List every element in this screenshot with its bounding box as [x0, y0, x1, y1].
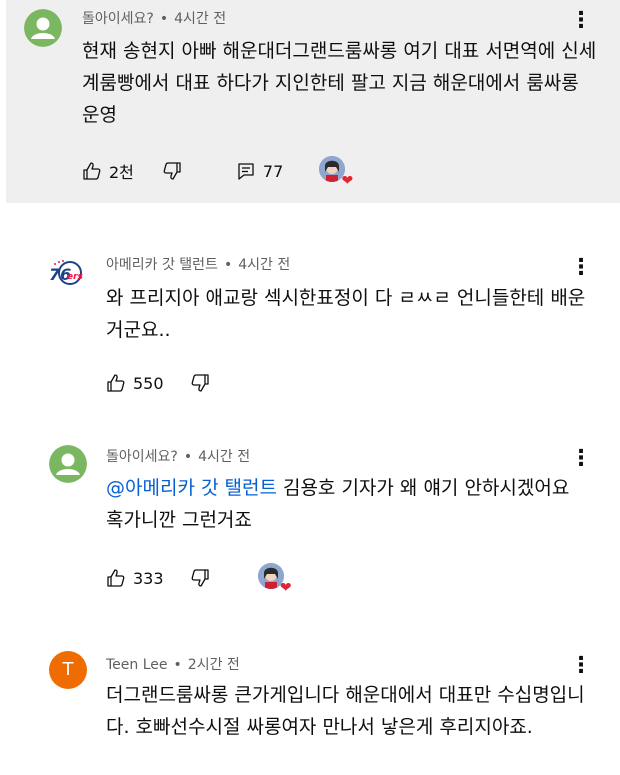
thumbs-up-icon — [107, 569, 125, 587]
thumbs-down-icon — [191, 374, 209, 392]
comment-time[interactable]: 4시간 전 — [238, 257, 290, 273]
like-count: 333 — [133, 568, 164, 588]
comment-text: @아메리카 갓 탤런트 김용호 기자가 왜 얘기 안하시겠어요 혹가니깐 그런거… — [106, 472, 586, 536]
comment-meta: 아메리카 갓 탤런트 • 4시간 전 — [106, 254, 290, 274]
comment-meta: 돌아이세요? • 4시간 전 — [106, 446, 250, 466]
heart-icon: ❤ — [279, 580, 292, 596]
more-options-icon[interactable]: ⋮ — [570, 655, 592, 677]
heart-icon: ❤ — [341, 173, 354, 189]
user-avatar[interactable]: T — [49, 651, 87, 689]
like-count: 2천 — [109, 163, 134, 182]
meta-separator: • — [173, 657, 182, 673]
comment-icon — [238, 163, 254, 180]
comment-meta: Teen Lee • 2시간 전 — [106, 654, 240, 674]
more-options-icon[interactable]: ⋮ — [570, 257, 592, 279]
meta-separator: • — [159, 11, 169, 27]
like-button[interactable]: 2천 — [82, 159, 134, 183]
like-button[interactable]: 333 — [106, 568, 164, 588]
comment-meta: 돌아이세요? • 4시간 전 — [82, 8, 226, 28]
more-options-icon[interactable]: ⋮ — [570, 448, 592, 470]
like-button[interactable]: 550 — [106, 373, 164, 393]
thumbs-down-icon — [191, 569, 209, 587]
reply-count: 77 — [262, 161, 284, 181]
default-user-avatar-icon — [49, 445, 87, 483]
dislike-button[interactable] — [190, 568, 210, 588]
user-avatar[interactable] — [24, 9, 62, 47]
comment-item-1: 돌아이세요? • 4시간 전 ⋮ 현재 송현지 아빠 해운대더그랜드룸싸롱 여기 대… — [6, 0, 620, 203]
meta-separator: • — [223, 257, 233, 273]
comment-author[interactable]: 아메리카 갓 탤런트 — [106, 257, 218, 273]
comment-text: 현재 송현지 아빠 해운대더그랜드룸싸롱 여기 대표 서면역에 신세계룸빵에서 … — [82, 40, 597, 126]
thumbs-up-icon — [83, 162, 101, 180]
comment-author[interactable]: 돌아이세요? — [82, 11, 154, 27]
comment-author[interactable]: 돌아이세요? — [106, 449, 178, 465]
svg-text:ers: ers — [67, 272, 84, 282]
thumbs-down-icon — [163, 162, 181, 180]
dislike-button[interactable] — [190, 373, 210, 393]
creator-heart: ❤ — [319, 156, 353, 188]
user-avatar[interactable] — [49, 445, 87, 483]
thumbs-up-icon — [107, 374, 125, 392]
comment-actions: 550 — [106, 373, 210, 393]
comment-text: 와 프리지아 애교랑 섹시한표정이 다 ㄹㅆㄹ 언니들한테 배운거군요.. — [106, 287, 586, 341]
mention-link[interactable]: @아메리카 갓 탤런트 — [106, 477, 277, 499]
dislike-button[interactable] — [162, 161, 182, 181]
comment-time[interactable]: 2시간 전 — [188, 657, 240, 673]
default-user-avatar-icon — [24, 9, 62, 47]
meta-separator: • — [183, 449, 193, 465]
like-count: 550 — [133, 373, 164, 393]
creator-heart: ❤ — [257, 563, 292, 595]
comment-author[interactable]: Teen Lee — [106, 657, 168, 673]
more-options-icon[interactable]: ⋮ — [570, 10, 592, 32]
comment-actions: 333 ❤ — [106, 563, 292, 595]
replies-button[interactable]: 77 — [236, 161, 283, 181]
comment-time[interactable]: 4시간 전 — [198, 449, 250, 465]
comment-time[interactable]: 4시간 전 — [174, 11, 226, 27]
user-avatar[interactable]: 76 ers — [48, 255, 84, 291]
comment-actions: 2천 77 ❤ — [82, 156, 353, 188]
76ers-logo-icon: 76 ers — [49, 260, 84, 285]
comment-text: 더그랜드룸싸롱 큰가게입니다 해운대에서 대표만 수십명입니다. 호빠선수시절 … — [106, 684, 585, 738]
